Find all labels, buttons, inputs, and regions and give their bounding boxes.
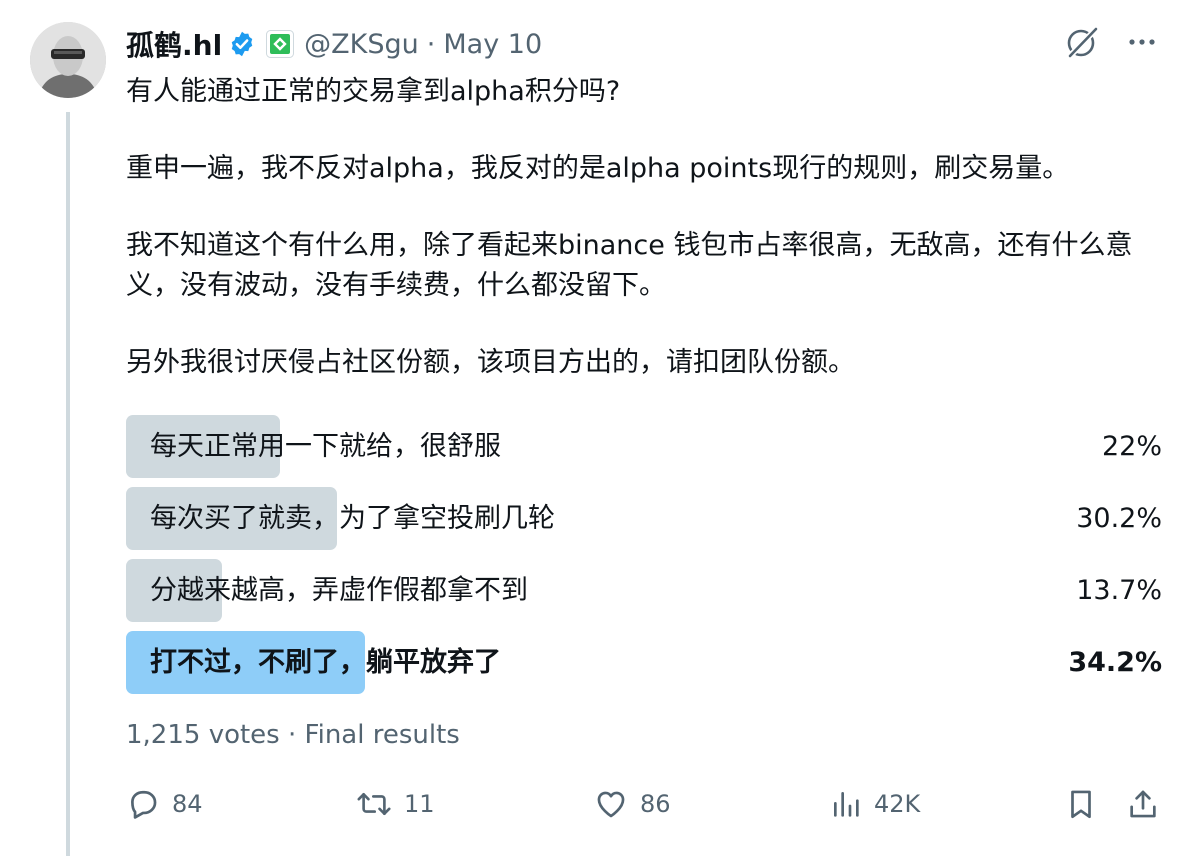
header-separator: · xyxy=(426,28,436,60)
poll-option-percent: 13.7% xyxy=(1076,575,1162,606)
display-name[interactable]: 孤鹤.hl xyxy=(126,24,222,64)
like-count: 86 xyxy=(640,790,671,818)
repost-icon xyxy=(356,787,392,821)
poll-option-label: 每天正常用一下就给，很舒服 xyxy=(150,431,501,462)
like-icon xyxy=(594,787,628,821)
affiliate-badge-icon[interactable] xyxy=(266,30,295,58)
bookmark-button[interactable] xyxy=(1064,782,1098,826)
like-button[interactable]: 86 xyxy=(594,782,671,826)
more-icon[interactable] xyxy=(1126,26,1158,58)
grok-icon[interactable] xyxy=(1064,24,1100,60)
repost-count: 11 xyxy=(404,790,435,818)
poll-option-label: 打不过，不刷了，躺平放弃了 xyxy=(150,647,501,678)
top-actions xyxy=(1064,24,1158,60)
poll-option: 每次买了就卖，为了拿空投刷几轮 30.2% xyxy=(126,487,1162,550)
poll-option: 分越来越高，弄虚作假都拿不到 13.7% xyxy=(126,559,1162,622)
bookmark-icon xyxy=(1064,787,1098,821)
poll-option-percent: 34.2% xyxy=(1068,647,1162,678)
post-text: 有人能通过正常的交易拿到alpha积分吗? 重申一遍，我不反对alpha，我反对… xyxy=(126,72,1166,420)
poll: 每天正常用一下就给，很舒服 22% 每次买了就卖，为了拿空投刷几轮 30.2% … xyxy=(126,415,1162,703)
handle[interactable]: @ZKSgu xyxy=(304,29,419,60)
verified-badge-icon xyxy=(228,30,256,58)
poll-option: 打不过，不刷了，躺平放弃了 34.2% xyxy=(126,631,1162,694)
poll-option-percent: 22% xyxy=(1101,431,1162,462)
post-paragraph: 另外我很讨厌侵占社区份额，该项目方出的，请扣团队份额。 xyxy=(126,347,855,378)
poll-option: 每天正常用一下就给，很舒服 22% xyxy=(126,415,1162,478)
reply-button[interactable]: 84 xyxy=(126,782,203,826)
views-icon xyxy=(830,787,862,821)
poll-option-label: 分越来越高，弄虚作假都拿不到 xyxy=(150,575,528,606)
reply-count: 84 xyxy=(172,790,203,818)
share-icon xyxy=(1126,787,1160,821)
views-button[interactable]: 42K xyxy=(830,782,920,826)
poll-option-label: 每次买了就卖，为了拿空投刷几轮 xyxy=(150,503,555,534)
poll-footer-separator: · xyxy=(288,720,297,750)
share-button[interactable] xyxy=(1126,782,1160,826)
avatar[interactable] xyxy=(30,22,106,98)
avatar-image xyxy=(30,22,106,98)
post-paragraph: 我不知道这个有什么用，除了看起来binance 钱包市占率很高，无敌高，还有什么… xyxy=(126,230,1133,301)
post-paragraph: 重申一遍，我不反对alpha，我反对的是alpha points现行的规则，刷交… xyxy=(126,153,1070,184)
poll-status: Final results xyxy=(304,720,460,750)
poll-footer: 1,215 votes · Final results xyxy=(126,720,460,750)
post-date[interactable]: May 10 xyxy=(443,29,542,60)
views-count: 42K xyxy=(874,790,921,818)
action-bar: 84 11 86 42K xyxy=(126,782,1162,826)
poll-votes: 1,215 votes xyxy=(126,720,280,750)
post-header: 孤鹤.hl @ZKSgu · May 10 xyxy=(126,24,542,64)
post-paragraph: 有人能通过正常的交易拿到alpha积分吗? xyxy=(126,76,621,107)
thread-line xyxy=(66,112,70,856)
repost-button[interactable]: 11 xyxy=(356,782,435,826)
poll-option-percent: 30.2% xyxy=(1076,503,1162,534)
reply-icon xyxy=(126,787,160,821)
